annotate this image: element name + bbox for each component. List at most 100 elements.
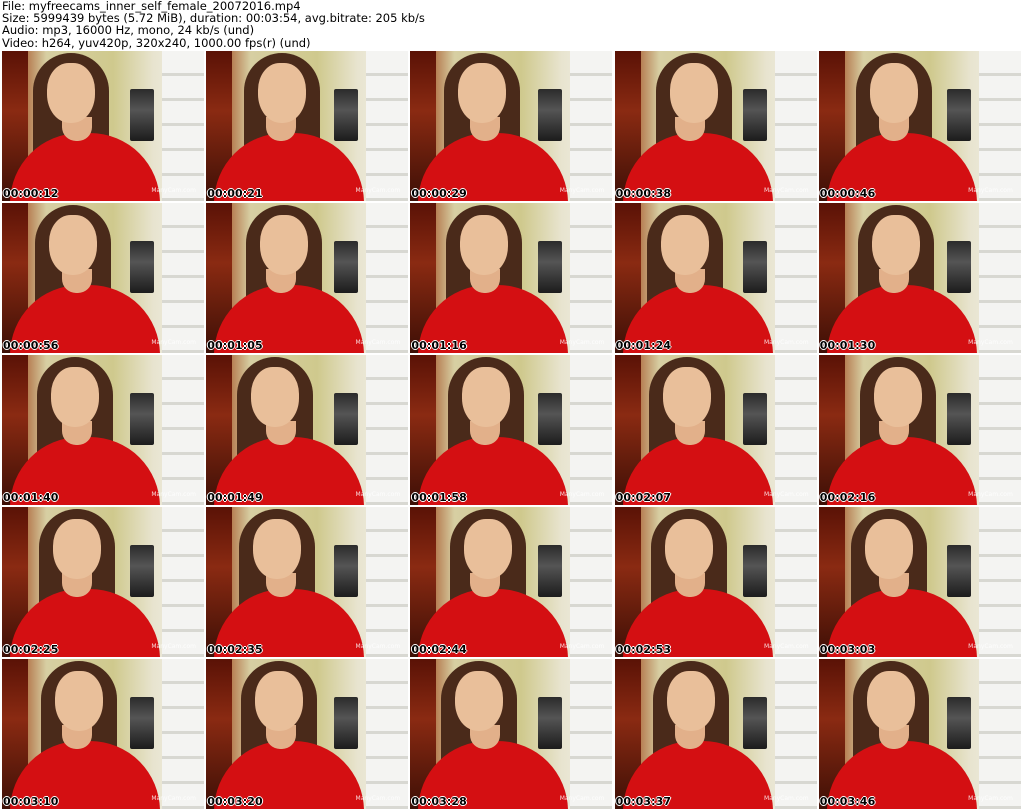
person-face [871,215,920,275]
video-thumbnail: ManyCam.com 00:01:58 [410,355,613,505]
shelf [570,659,613,809]
video-thumbnail: ManyCam.com 00:02:35 [206,507,409,657]
person-face [873,367,922,427]
watermark-text: ManyCam.com [559,795,605,802]
video-thumbnail: ManyCam.com 00:00:29 [410,51,613,201]
person-face [51,367,99,427]
coffee-machine [742,393,767,445]
shelf [570,203,613,353]
coffee-machine [946,545,971,597]
video-thumbnail: ManyCam.com 00:01:30 [818,203,1021,353]
person-face [253,519,302,579]
shelf [162,203,204,353]
person-face [660,215,709,275]
audio-line: Audio: mp3, 16000 Hz, mono, 24 kb/s (und… [2,23,255,38]
video-thumbnail: ManyCam.com 00:01:05 [206,203,409,353]
coffee-machine [538,393,563,445]
timestamp-label: 00:02:16 [819,491,876,504]
watermark-text: ManyCam.com [151,187,196,194]
shelf [774,51,817,201]
watermark-text: ManyCam.com [559,643,605,650]
timestamp-label: 00:01:58 [411,491,467,504]
person-face [53,519,101,579]
video-thumbnail: ManyCam.com 00:03:20 [206,659,409,809]
video-thumbnail: ManyCam.com 00:03:28 [410,659,613,809]
shelf [162,659,204,809]
shelf [366,203,409,353]
timestamp-label: 00:03:03 [819,643,876,656]
video-thumbnail: ManyCam.com 00:01:40 [2,355,204,505]
timestamp-label: 00:03:37 [615,795,672,808]
watermark-text: ManyCam.com [968,643,1013,650]
coffee-machine [538,241,563,293]
person-face [55,671,103,731]
shelf [162,355,204,505]
coffee-machine [130,241,154,293]
watermark-text: ManyCam.com [763,795,809,802]
timestamp-label: 00:01:05 [207,339,263,352]
timestamp-label: 00:02:44 [411,643,467,656]
video-thumbnail: ManyCam.com 00:03:37 [614,659,817,809]
coffee-machine [538,545,563,597]
coffee-machine [334,241,359,293]
video-thumbnail: ManyCam.com 00:03:46 [818,659,1021,809]
watermark-text: ManyCam.com [355,187,401,194]
video-thumbnail: ManyCam.com 00:02:07 [614,355,817,505]
coffee-machine [130,89,154,141]
shelf [366,507,409,657]
video-thumbnail: ManyCam.com 00:02:25 [2,507,204,657]
shelf [366,659,409,809]
coffee-machine [538,697,563,749]
timestamp-label: 00:01:40 [3,491,59,504]
watermark-text: ManyCam.com [559,187,605,194]
shelf [978,51,1021,201]
person-face [669,63,718,123]
person-face [866,671,915,731]
video-thumbnail: ManyCam.com 00:00:12 [2,51,204,201]
shelf [774,507,817,657]
video-thumbnail: ManyCam.com 00:00:38 [614,51,817,201]
shelf [570,507,613,657]
video-line: Video: h264, yuv420p, 320x240, 1000.00 f… [2,35,311,50]
timestamp-label: 00:00:38 [615,187,672,200]
video-thumbnail: ManyCam.com 00:00:46 [818,51,1021,201]
timestamp-label: 00:00:29 [411,187,467,200]
watermark-text: ManyCam.com [763,339,809,346]
watermark-text: ManyCam.com [151,643,196,650]
person-face [664,519,713,579]
video-thumbnail: ManyCam.com 00:00:21 [206,51,409,201]
person-face [666,671,715,731]
person-face [662,367,711,427]
coffee-machine [538,89,563,141]
timestamp-label: 00:02:25 [3,643,59,656]
timestamp-label: 00:01:30 [819,339,876,352]
video-thumbnail: ManyCam.com 00:01:49 [206,355,409,505]
watermark-text: ManyCam.com [763,643,809,650]
coffee-machine [334,697,359,749]
person-face [458,63,507,123]
coffee-machine [742,545,767,597]
person-face [47,63,95,123]
timestamp-label: 00:01:24 [615,339,672,352]
video-thumbnail: ManyCam.com 00:02:16 [818,355,1021,505]
watermark-text: ManyCam.com [559,339,605,346]
video-thumbnail: ManyCam.com 00:02:53 [614,507,817,657]
timestamp-label: 00:02:35 [207,643,263,656]
coffee-machine [946,241,971,293]
watermark-text: ManyCam.com [355,643,401,650]
timestamp-label: 00:00:21 [207,187,263,200]
person-face [460,215,509,275]
coffee-machine [130,697,154,749]
timestamp-label: 00:03:20 [207,795,263,808]
timestamp-label: 00:00:56 [3,339,59,352]
timestamp-label: 00:02:53 [615,643,672,656]
person-face [255,671,304,731]
timestamp-label: 00:00:46 [819,187,876,200]
shelf [366,51,409,201]
shelf [366,355,409,505]
coffee-machine [130,545,154,597]
shelf [978,203,1021,353]
timestamp-label: 00:03:10 [3,795,59,808]
watermark-text: ManyCam.com [151,795,196,802]
watermark-text: ManyCam.com [355,339,401,346]
